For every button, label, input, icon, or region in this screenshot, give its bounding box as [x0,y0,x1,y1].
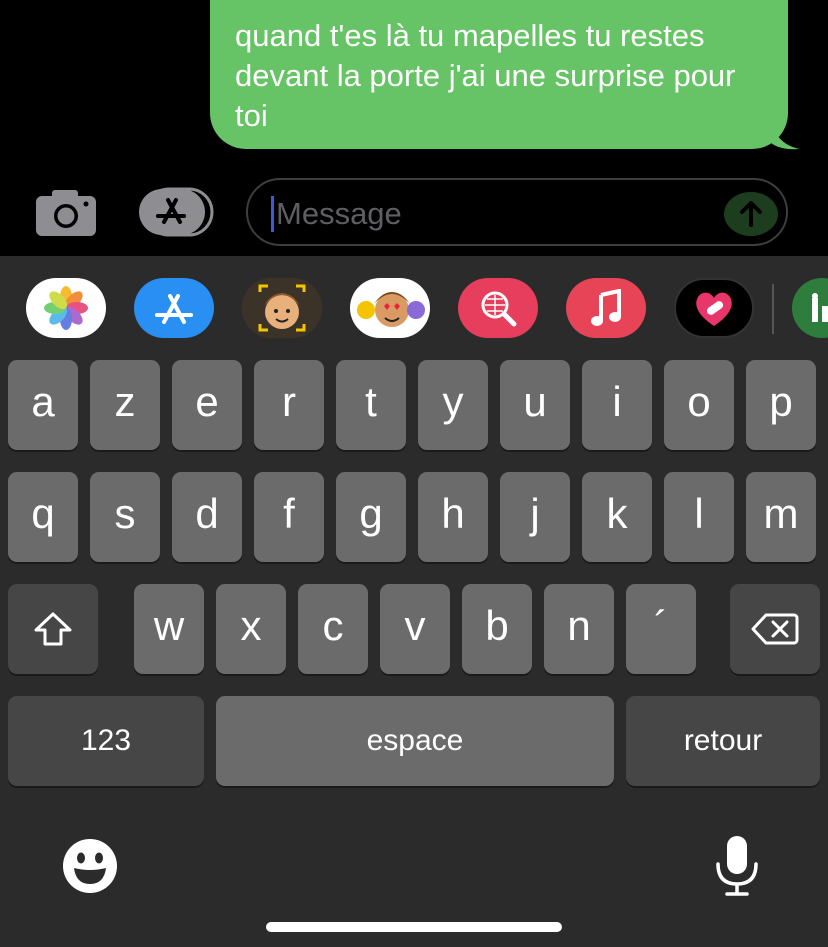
key-b[interactable]: b [462,584,532,674]
numbers-key[interactable]: 123 [8,696,204,786]
shift-key[interactable] [8,584,98,674]
bubble-tail [770,118,800,150]
keyboard: a z e r t y u i o p q s d f g h j k l m … [0,256,828,947]
message-bubble-sent[interactable]: quand t'es là tu mapelles tu restes deva… [210,0,788,149]
apps-button[interactable] [136,186,216,238]
key-a[interactable]: a [8,360,78,450]
key-acute-accent[interactable]: ´ [626,584,696,674]
shift-icon [34,612,72,646]
key-q[interactable]: q [8,472,78,562]
conversation-area: quand t'es là tu mapelles tu restes deva… [0,0,828,256]
memoji-stickers-app-icon[interactable] [350,278,430,338]
key-y[interactable]: y [418,360,488,450]
key-f[interactable]: f [254,472,324,562]
microphone-icon [716,836,758,896]
home-indicator[interactable] [266,922,562,932]
key-v[interactable]: v [380,584,450,674]
key-i[interactable]: i [582,360,652,450]
more-apps-icon[interactable] [792,278,828,338]
camera-icon [36,190,96,236]
app-drawer-divider [772,284,774,334]
camera-button[interactable] [34,188,98,238]
key-l[interactable]: l [664,472,734,562]
emoji-button[interactable] [62,838,118,894]
key-g[interactable]: g [336,472,406,562]
send-button[interactable] [724,192,778,236]
key-m[interactable]: m [746,472,816,562]
key-k[interactable]: k [582,472,652,562]
photos-app-icon[interactable] [26,278,106,338]
key-r[interactable]: r [254,360,324,450]
emoji-icon [63,839,117,893]
key-c[interactable]: c [298,584,368,674]
delete-key[interactable] [730,584,820,674]
key-e[interactable]: e [172,360,242,450]
key-w[interactable]: w [134,584,204,674]
arrow-up-icon [740,201,762,227]
key-x[interactable]: x [216,584,286,674]
memoji-app-icon[interactable] [242,278,322,338]
backspace-icon [751,613,799,645]
key-o[interactable]: o [664,360,734,450]
key-s[interactable]: s [90,472,160,562]
key-z[interactable]: z [90,360,160,450]
key-d[interactable]: d [172,472,242,562]
digital-touch-app-icon[interactable] [674,278,754,338]
dictation-button[interactable] [714,834,760,898]
music-app-icon[interactable] [566,278,646,338]
message-input[interactable]: Message [246,178,788,246]
return-key[interactable]: retour [626,696,820,786]
key-j[interactable]: j [500,472,570,562]
text-caret [271,196,274,232]
key-u[interactable]: u [500,360,570,450]
space-key[interactable]: espace [216,696,614,786]
app-store-app-icon[interactable] [134,278,214,338]
key-t[interactable]: t [336,360,406,450]
web-search-app-icon[interactable] [458,278,538,338]
app-store-icon [139,187,214,237]
message-text: quand t'es là tu mapelles tu restes deva… [235,18,736,133]
message-placeholder: Message [276,196,402,231]
key-n[interactable]: n [544,584,614,674]
key-p[interactable]: p [746,360,816,450]
key-h[interactable]: h [418,472,488,562]
